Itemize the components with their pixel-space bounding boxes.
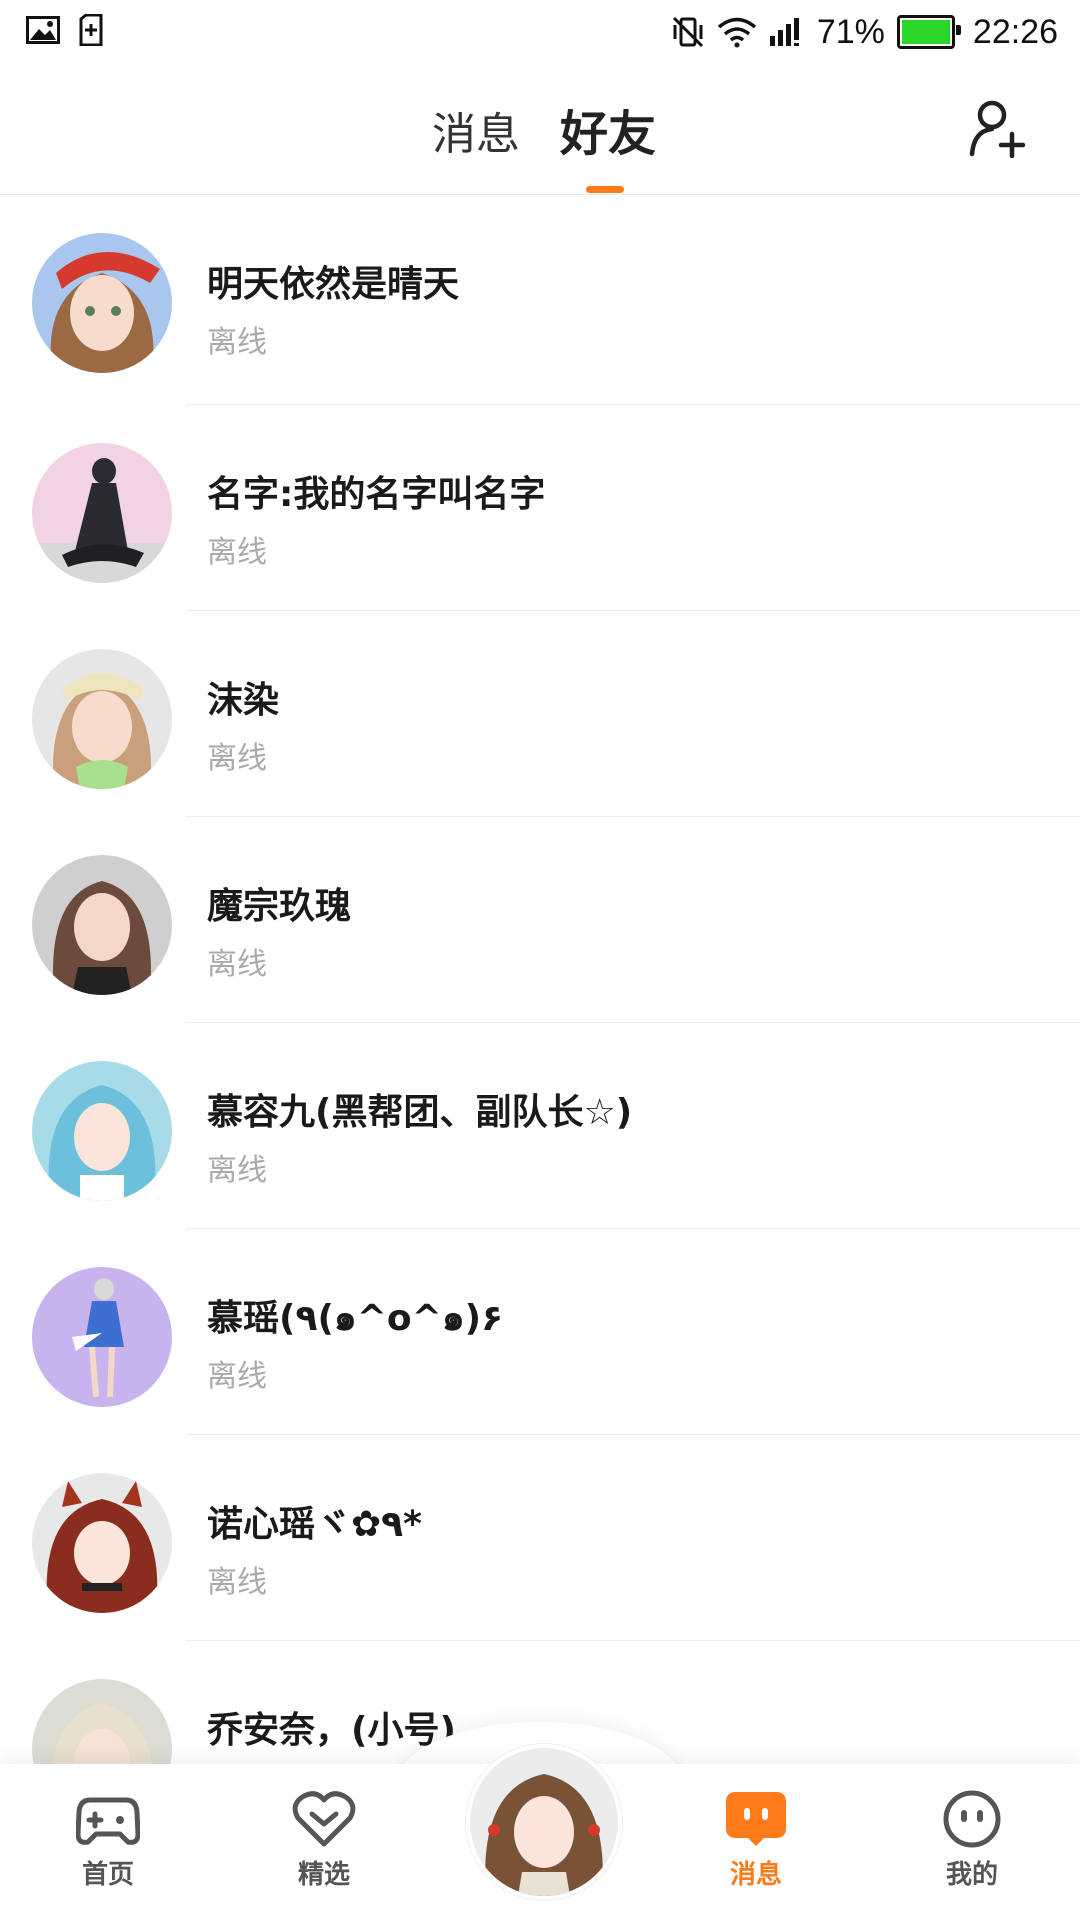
heart-icon [292,1791,356,1847]
friend-name: 慕容九(黑帮团、副队长☆) [207,1092,633,1133]
sim-icon [79,14,103,46]
friend-status: 离线 [207,1565,267,1600]
list-item[interactable]: 明天依然是晴天 离线 [0,195,1080,405]
avatar[interactable] [32,443,172,583]
avatar[interactable] [32,1267,172,1407]
friend-status: 离线 [207,947,267,982]
tab-friends[interactable]: 好友 [560,94,656,164]
image-icon [26,16,60,44]
wifi-icon [717,17,756,48]
friend-name: 慕瑶(٩(๑^o^๑)۶ [207,1298,504,1339]
status-bar: 71% 22:26 [0,0,1080,62]
friend-status: 离线 [207,325,267,360]
friend-status: 离线 [207,1359,267,1394]
friend-status: 离线 [207,741,267,776]
list-item[interactable]: 诺心瑶ヾ✿٩* 离线 [0,1435,1080,1641]
nav-featured[interactable]: 精选 [254,1790,394,1891]
list-item[interactable]: 慕容九(黑帮团、副队长☆) 离线 [0,1023,1080,1229]
top-header: 消息 好友 [0,62,1080,194]
clock: 22:26 [972,12,1058,51]
friend-name: 明天依然是晴天 [207,264,460,305]
center-avatar-button[interactable] [466,1744,622,1900]
nav-featured-label: 精选 [297,1860,350,1890]
nav-messages[interactable]: 消息 [686,1790,826,1891]
friend-name: 诺心瑶ヾ✿٩* [207,1504,422,1545]
avatar[interactable] [32,1061,172,1201]
add-friend-icon[interactable] [966,98,1026,158]
friend-name: 沫染 [207,680,280,721]
avatar[interactable] [32,1473,172,1613]
vibrate-off-icon [672,16,703,48]
friend-status: 离线 [207,1153,267,1188]
list-item[interactable]: 魔宗玖瑰 离线 [0,817,1080,1023]
nav-home-label: 首页 [81,1860,134,1890]
nav-messages-label: 消息 [729,1860,782,1890]
friend-status: 离线 [207,535,267,570]
nav-mine[interactable]: 我的 [902,1790,1042,1891]
friend-name: 名字:我的名字叫名字 [207,474,546,515]
battery-percent: 71% [816,12,885,51]
friend-name: 乔安奈，(小号) [207,1710,456,1751]
friend-list[interactable]: 明天依然是晴天 离线 名字:我的名字叫名字 离线 沫染 离线 魔宗玖瑰 离线 慕… [0,195,1080,1847]
signal-icon [769,18,799,46]
avatar[interactable] [32,855,172,995]
smiley-icon [943,1790,1001,1848]
chat-bubble-icon [726,1792,786,1846]
active-tab-indicator [586,186,624,193]
gamepad-icon [76,1797,140,1845]
list-item[interactable]: 名字:我的名字叫名字 离线 [0,405,1080,611]
tab-messages[interactable]: 消息 [432,98,520,162]
avatar[interactable] [32,649,172,789]
list-item[interactable]: 慕瑶(٩(๑^o^๑)۶ 离线 [0,1229,1080,1435]
battery-icon [896,15,961,49]
friend-name: 魔宗玖瑰 [207,886,352,927]
nav-home[interactable]: 首页 [38,1790,178,1891]
nav-mine-label: 我的 [945,1860,998,1890]
avatar[interactable] [32,233,172,373]
list-item[interactable]: 沫染 离线 [0,611,1080,817]
